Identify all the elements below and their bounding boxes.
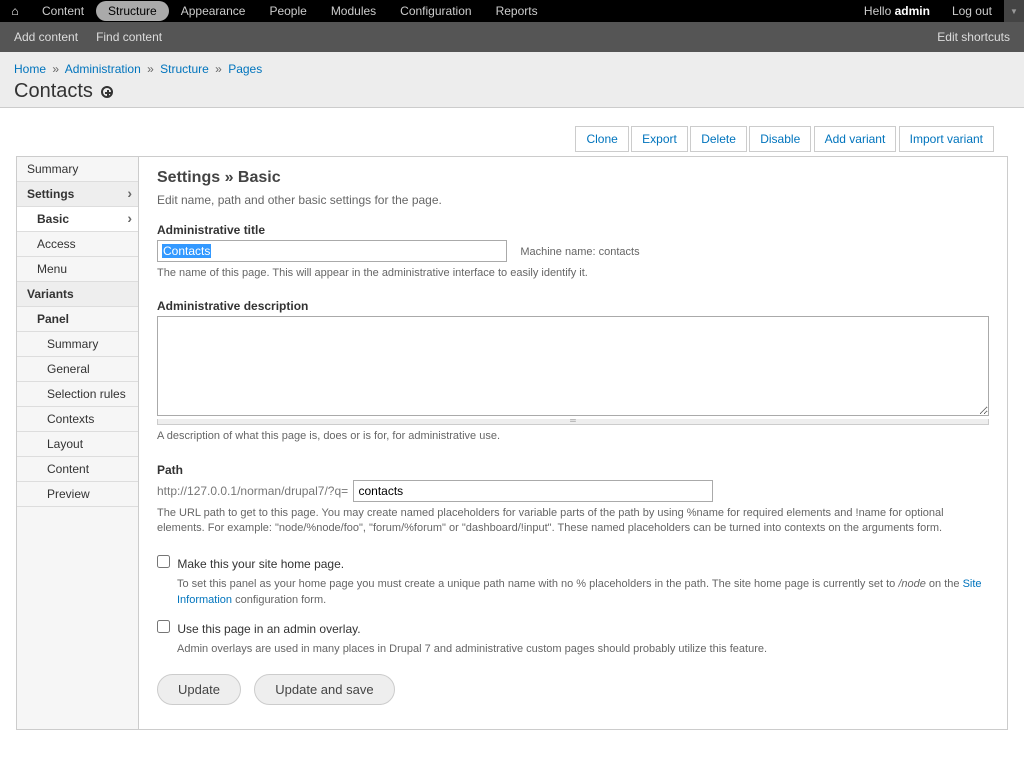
side-panel[interactable]: Panel <box>17 307 138 332</box>
edit-shortcuts-link[interactable]: Edit shortcuts <box>937 30 1010 44</box>
breadcrumb-bar: Home » Administration » Structure » Page… <box>0 52 1024 108</box>
home-icon[interactable]: ⌂ <box>0 4 30 18</box>
toolbar-people[interactable]: People <box>257 1 318 21</box>
section-title: Settings » Basic <box>157 169 989 187</box>
action-clone[interactable]: Clone <box>575 126 628 152</box>
overlay-checkbox[interactable] <box>157 620 170 633</box>
admin-toolbar: ⌂ Content Structure Appearance People Mo… <box>0 0 1024 22</box>
update-and-save-button[interactable]: Update and save <box>254 674 394 705</box>
side-panel-selection-rules[interactable]: Selection rules <box>17 382 138 407</box>
breadcrumb: Home » Administration » Structure » Page… <box>14 62 1010 76</box>
action-delete[interactable]: Delete <box>690 126 747 152</box>
settings-sidebar: Summary Settings Basic Access Menu Varia… <box>17 157 139 729</box>
action-tabs: Clone Export Delete Disable Add variant … <box>16 126 994 152</box>
shortcut-bar: Add content Find content Edit shortcuts <box>0 22 1024 52</box>
toolbar-structure[interactable]: Structure <box>96 1 169 21</box>
side-summary[interactable]: Summary <box>17 157 138 182</box>
form-actions: Update Update and save <box>157 674 989 705</box>
crumb-home[interactable]: Home <box>14 62 46 76</box>
action-import-variant[interactable]: Import variant <box>899 126 994 152</box>
update-button[interactable]: Update <box>157 674 241 705</box>
side-panel-summary[interactable]: Summary <box>17 332 138 357</box>
admin-desc-textarea[interactable] <box>157 316 989 416</box>
resize-grip-icon[interactable]: ═ <box>157 419 989 425</box>
overlay-checkbox-label: Use this page in an admin overlay. <box>177 622 360 636</box>
path-help: The URL path to get to this page. You ma… <box>157 506 989 537</box>
action-export[interactable]: Export <box>631 126 688 152</box>
admin-desc-label: Administrative description <box>157 299 989 313</box>
side-basic[interactable]: Basic <box>17 207 138 232</box>
path-prefix: http://127.0.0.1/norman/drupal7/?q= <box>157 484 348 498</box>
admin-title-help: The name of this page. This will appear … <box>157 266 989 281</box>
toolbar-appearance[interactable]: Appearance <box>169 1 258 21</box>
crumb-structure[interactable]: Structure <box>160 62 209 76</box>
overlay-help: Admin overlays are used in many places i… <box>177 642 989 658</box>
homepage-help: To set this panel as your home page you … <box>177 577 989 609</box>
page-title: Contacts <box>14 80 101 103</box>
crumb-administration[interactable]: Administration <box>65 62 141 76</box>
path-label: Path <box>157 463 989 477</box>
shortcut-add-content[interactable]: Add content <box>14 30 78 44</box>
path-input[interactable] <box>353 480 713 502</box>
admin-desc-help: A description of what this page is, does… <box>157 429 989 444</box>
side-panel-contexts[interactable]: Contexts <box>17 407 138 432</box>
action-add-variant[interactable]: Add variant <box>814 126 897 152</box>
side-access[interactable]: Access <box>17 232 138 257</box>
settings-content: Settings » Basic Edit name, path and oth… <box>139 157 1007 729</box>
machine-name: Machine name: contacts <box>520 246 639 258</box>
toolbar-reports[interactable]: Reports <box>484 1 550 21</box>
toolbar-toggle-icon[interactable]: ▼ <box>1004 0 1024 22</box>
admin-title-input[interactable] <box>157 240 507 262</box>
toolbar-configuration[interactable]: Configuration <box>388 1 483 21</box>
homepage-checkbox[interactable] <box>157 555 170 568</box>
side-settings[interactable]: Settings <box>17 182 138 207</box>
logout-link[interactable]: Log out <box>940 4 1004 18</box>
toolbar-content[interactable]: Content <box>30 1 96 21</box>
side-menu[interactable]: Menu <box>17 257 138 282</box>
crumb-pages[interactable]: Pages <box>228 62 262 76</box>
action-disable[interactable]: Disable <box>749 126 811 152</box>
admin-title-label: Administrative title <box>157 223 989 237</box>
side-panel-layout[interactable]: Layout <box>17 432 138 457</box>
side-panel-preview[interactable]: Preview <box>17 482 138 507</box>
add-icon[interactable] <box>101 86 113 98</box>
toolbar-modules[interactable]: Modules <box>319 1 388 21</box>
section-intro: Edit name, path and other basic settings… <box>157 193 989 207</box>
shortcut-find-content[interactable]: Find content <box>96 30 162 44</box>
side-variants[interactable]: Variants <box>17 282 138 307</box>
hello-user: Hello admin <box>854 4 940 18</box>
homepage-checkbox-label: Make this your site home page. <box>177 557 344 571</box>
side-panel-content[interactable]: Content <box>17 457 138 482</box>
side-panel-general[interactable]: General <box>17 357 138 382</box>
